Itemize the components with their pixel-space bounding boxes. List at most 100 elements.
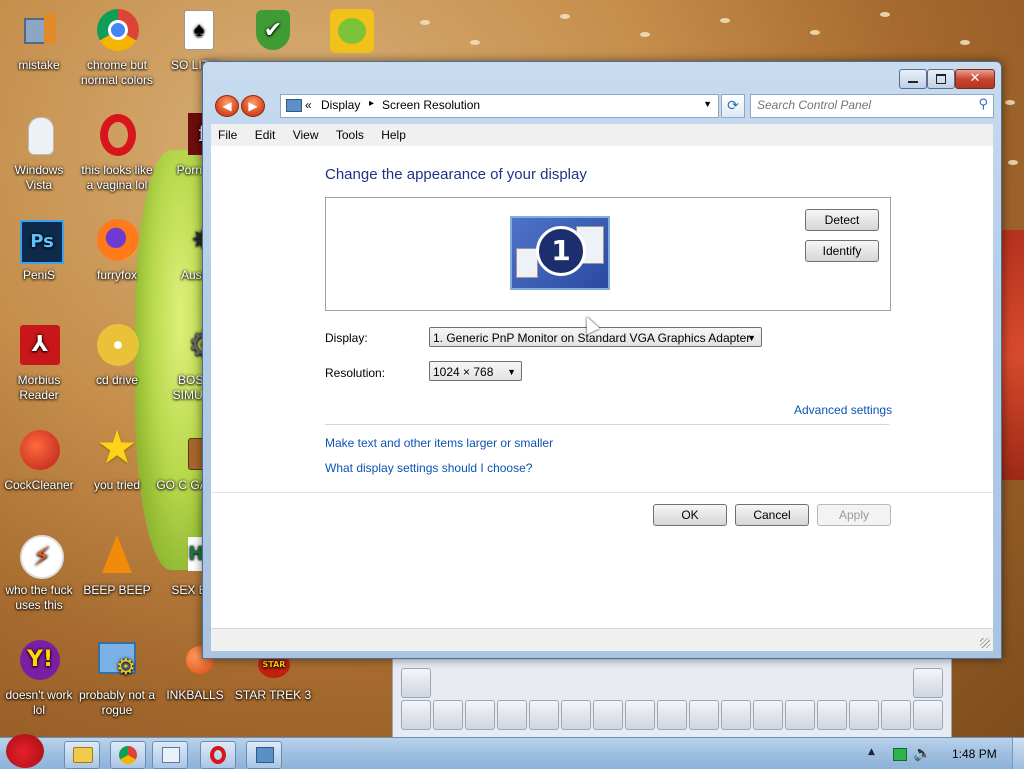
game-cell <box>433 700 463 730</box>
opera-icon <box>210 746 226 764</box>
search-box: ⚲ <box>750 94 994 118</box>
start-button[interactable] <box>2 732 48 769</box>
detect-button[interactable]: Detect <box>805 209 879 231</box>
apply-button[interactable]: Apply <box>817 504 891 526</box>
star-icon: ★ <box>96 421 138 473</box>
desktop-icon-label: chrome but normal colors <box>80 58 154 87</box>
cd-icon <box>94 323 140 369</box>
back-button[interactable]: ◀ <box>215 95 239 117</box>
background-seed <box>560 14 570 19</box>
minimize-button[interactable] <box>899 69 927 89</box>
game-cell <box>689 700 719 730</box>
menu-file[interactable]: File <box>211 124 244 146</box>
pdf-reader-icon: ⅄ <box>16 323 62 369</box>
resolution-select[interactable]: 1024 × 768 ▼ <box>429 361 522 381</box>
desktop-icon-label: cd drive <box>95 373 139 387</box>
show-desktop-button[interactable] <box>1012 738 1024 769</box>
desktop-icon-security-shield[interactable]: ✔ <box>234 8 312 58</box>
opera-icon <box>94 113 140 159</box>
game-cell <box>721 700 751 730</box>
desktop-icon-label: furryfox <box>96 268 137 282</box>
game-cell <box>881 700 911 730</box>
menu-edit[interactable]: Edit <box>248 124 283 146</box>
volume-icon[interactable]: 🔊 <box>913 744 932 762</box>
chrome-icon <box>119 746 137 764</box>
desktop-icon-you-tried[interactable]: ★ you tried <box>78 421 156 493</box>
desktop-icon-probably-not-a-rogue[interactable]: ⚙ probably not a rogue <box>78 638 156 718</box>
game-cell <box>561 700 591 730</box>
desktop-icon-who-uses-this[interactable]: ⚡ who the fuck uses this <box>0 533 78 613</box>
game-cell <box>497 700 527 730</box>
forward-button[interactable]: ▶ <box>241 95 265 117</box>
desktop-icon-label: doesn't work lol <box>5 688 73 717</box>
background-seed <box>1008 160 1018 165</box>
yahoo-messenger-icon: Y! <box>16 638 62 684</box>
game-cell <box>401 668 431 698</box>
clock[interactable]: 1:48 PM <box>952 747 997 761</box>
text-size-link[interactable]: Make text and other items larger or smal… <box>325 436 553 450</box>
breadcrumb-screen-resolution[interactable]: Screen Resolution <box>382 98 480 112</box>
taskbar-opera-button[interactable] <box>200 741 236 769</box>
desktop-icon-penis[interactable]: Ps PeniS <box>0 218 78 283</box>
desktop-icon-mistake[interactable]: mistake <box>0 8 78 73</box>
desktop-icon-label: INKBALLS <box>166 688 224 702</box>
desktop-icon-label: probably not a rogue <box>78 688 156 717</box>
taskbar: ▲ 🔊 1:48 PM <box>0 734 1024 769</box>
address-bar[interactable]: « Display ▸ Screen Resolution ▼ <box>280 94 719 118</box>
game-cell <box>817 700 847 730</box>
desktop-icon-label: mistake <box>18 58 60 72</box>
breadcrumb-display[interactable]: Display <box>321 98 360 112</box>
game-cell <box>593 700 623 730</box>
desktop-icon-morbius-reader[interactable]: ⅄ Morbius Reader <box>0 323 78 403</box>
advanced-settings-link[interactable]: Advanced settings <box>794 403 892 417</box>
menu-tools[interactable]: Tools <box>329 124 371 146</box>
desktop-icon-beep-beep[interactable]: BEEP BEEP <box>78 533 156 598</box>
taskbar-chrome-button[interactable] <box>110 741 146 769</box>
network-icon[interactable] <box>893 748 907 761</box>
monitor-1-tile[interactable]: 1 <box>510 216 610 290</box>
refresh-button[interactable]: ⟳ <box>721 94 745 118</box>
game-cell <box>913 668 943 698</box>
menu-bar: File Edit View Tools Help <box>211 124 993 147</box>
desktop-icon-label: CockCleaner <box>4 478 74 492</box>
search-input[interactable] <box>757 95 962 115</box>
restore-button[interactable] <box>927 69 955 89</box>
chevron-down-icon: ▼ <box>507 367 516 377</box>
background-seed <box>880 12 890 17</box>
firefox-icon <box>94 218 140 264</box>
close-button[interactable]: ✕ <box>955 69 995 89</box>
breadcrumb-overflow[interactable]: « <box>305 98 312 112</box>
desktop-icon-label: this looks like a vagina lol <box>81 163 153 192</box>
background-seed <box>810 30 820 35</box>
desktop-icon-doesnt-work[interactable]: Y! doesn't work lol <box>0 638 78 718</box>
breadcrumb-separator[interactable]: ▸ <box>369 98 374 109</box>
menu-view[interactable]: View <box>286 124 326 146</box>
display-help-link[interactable]: What display settings should I choose? <box>325 461 532 475</box>
lightning-icon: ⚡ <box>16 533 64 579</box>
control-panel-icon <box>256 747 274 763</box>
menu-help[interactable]: Help <box>374 124 413 146</box>
desktop-icon-furryfox[interactable]: furryfox <box>78 218 156 283</box>
taskbar-paint-button[interactable] <box>152 741 188 769</box>
desktop-icon-opera[interactable]: this looks like a vagina lol <box>78 113 156 193</box>
background-seed <box>470 40 480 45</box>
computer-icon <box>16 8 62 54</box>
address-dropdown-icon[interactable]: ▼ <box>703 99 712 109</box>
desktop-icon-bad-piggies[interactable] <box>312 8 390 58</box>
taskbar-explorer-button[interactable] <box>64 741 100 769</box>
identify-button[interactable]: Identify <box>805 240 879 262</box>
search-icon[interactable]: ⚲ <box>978 97 988 112</box>
show-hidden-icons-button[interactable]: ▲ <box>868 747 875 757</box>
desktop-icon-chrome[interactable]: chrome but normal colors <box>78 8 156 88</box>
cancel-button[interactable]: Cancel <box>735 504 809 526</box>
ok-button[interactable]: OK <box>653 504 727 526</box>
desktop-icon-cd-drive[interactable]: cd drive <box>78 323 156 388</box>
restore-icon <box>936 74 946 84</box>
divider <box>325 424 889 425</box>
playing-card-icon: ♠ <box>172 8 218 54</box>
desktop-icon-cockcleaner[interactable]: CockCleaner <box>0 428 78 493</box>
screen-resolution-window: ✕ ◀ ▶ « Display ▸ Screen Resolution ▼ ⟳ … <box>202 61 1002 659</box>
desktop-icon-windows-vista[interactable]: Windows Vista <box>0 113 78 193</box>
desktop-icon-label: BEEP BEEP <box>83 583 151 597</box>
taskbar-control-panel-button[interactable] <box>246 741 282 769</box>
